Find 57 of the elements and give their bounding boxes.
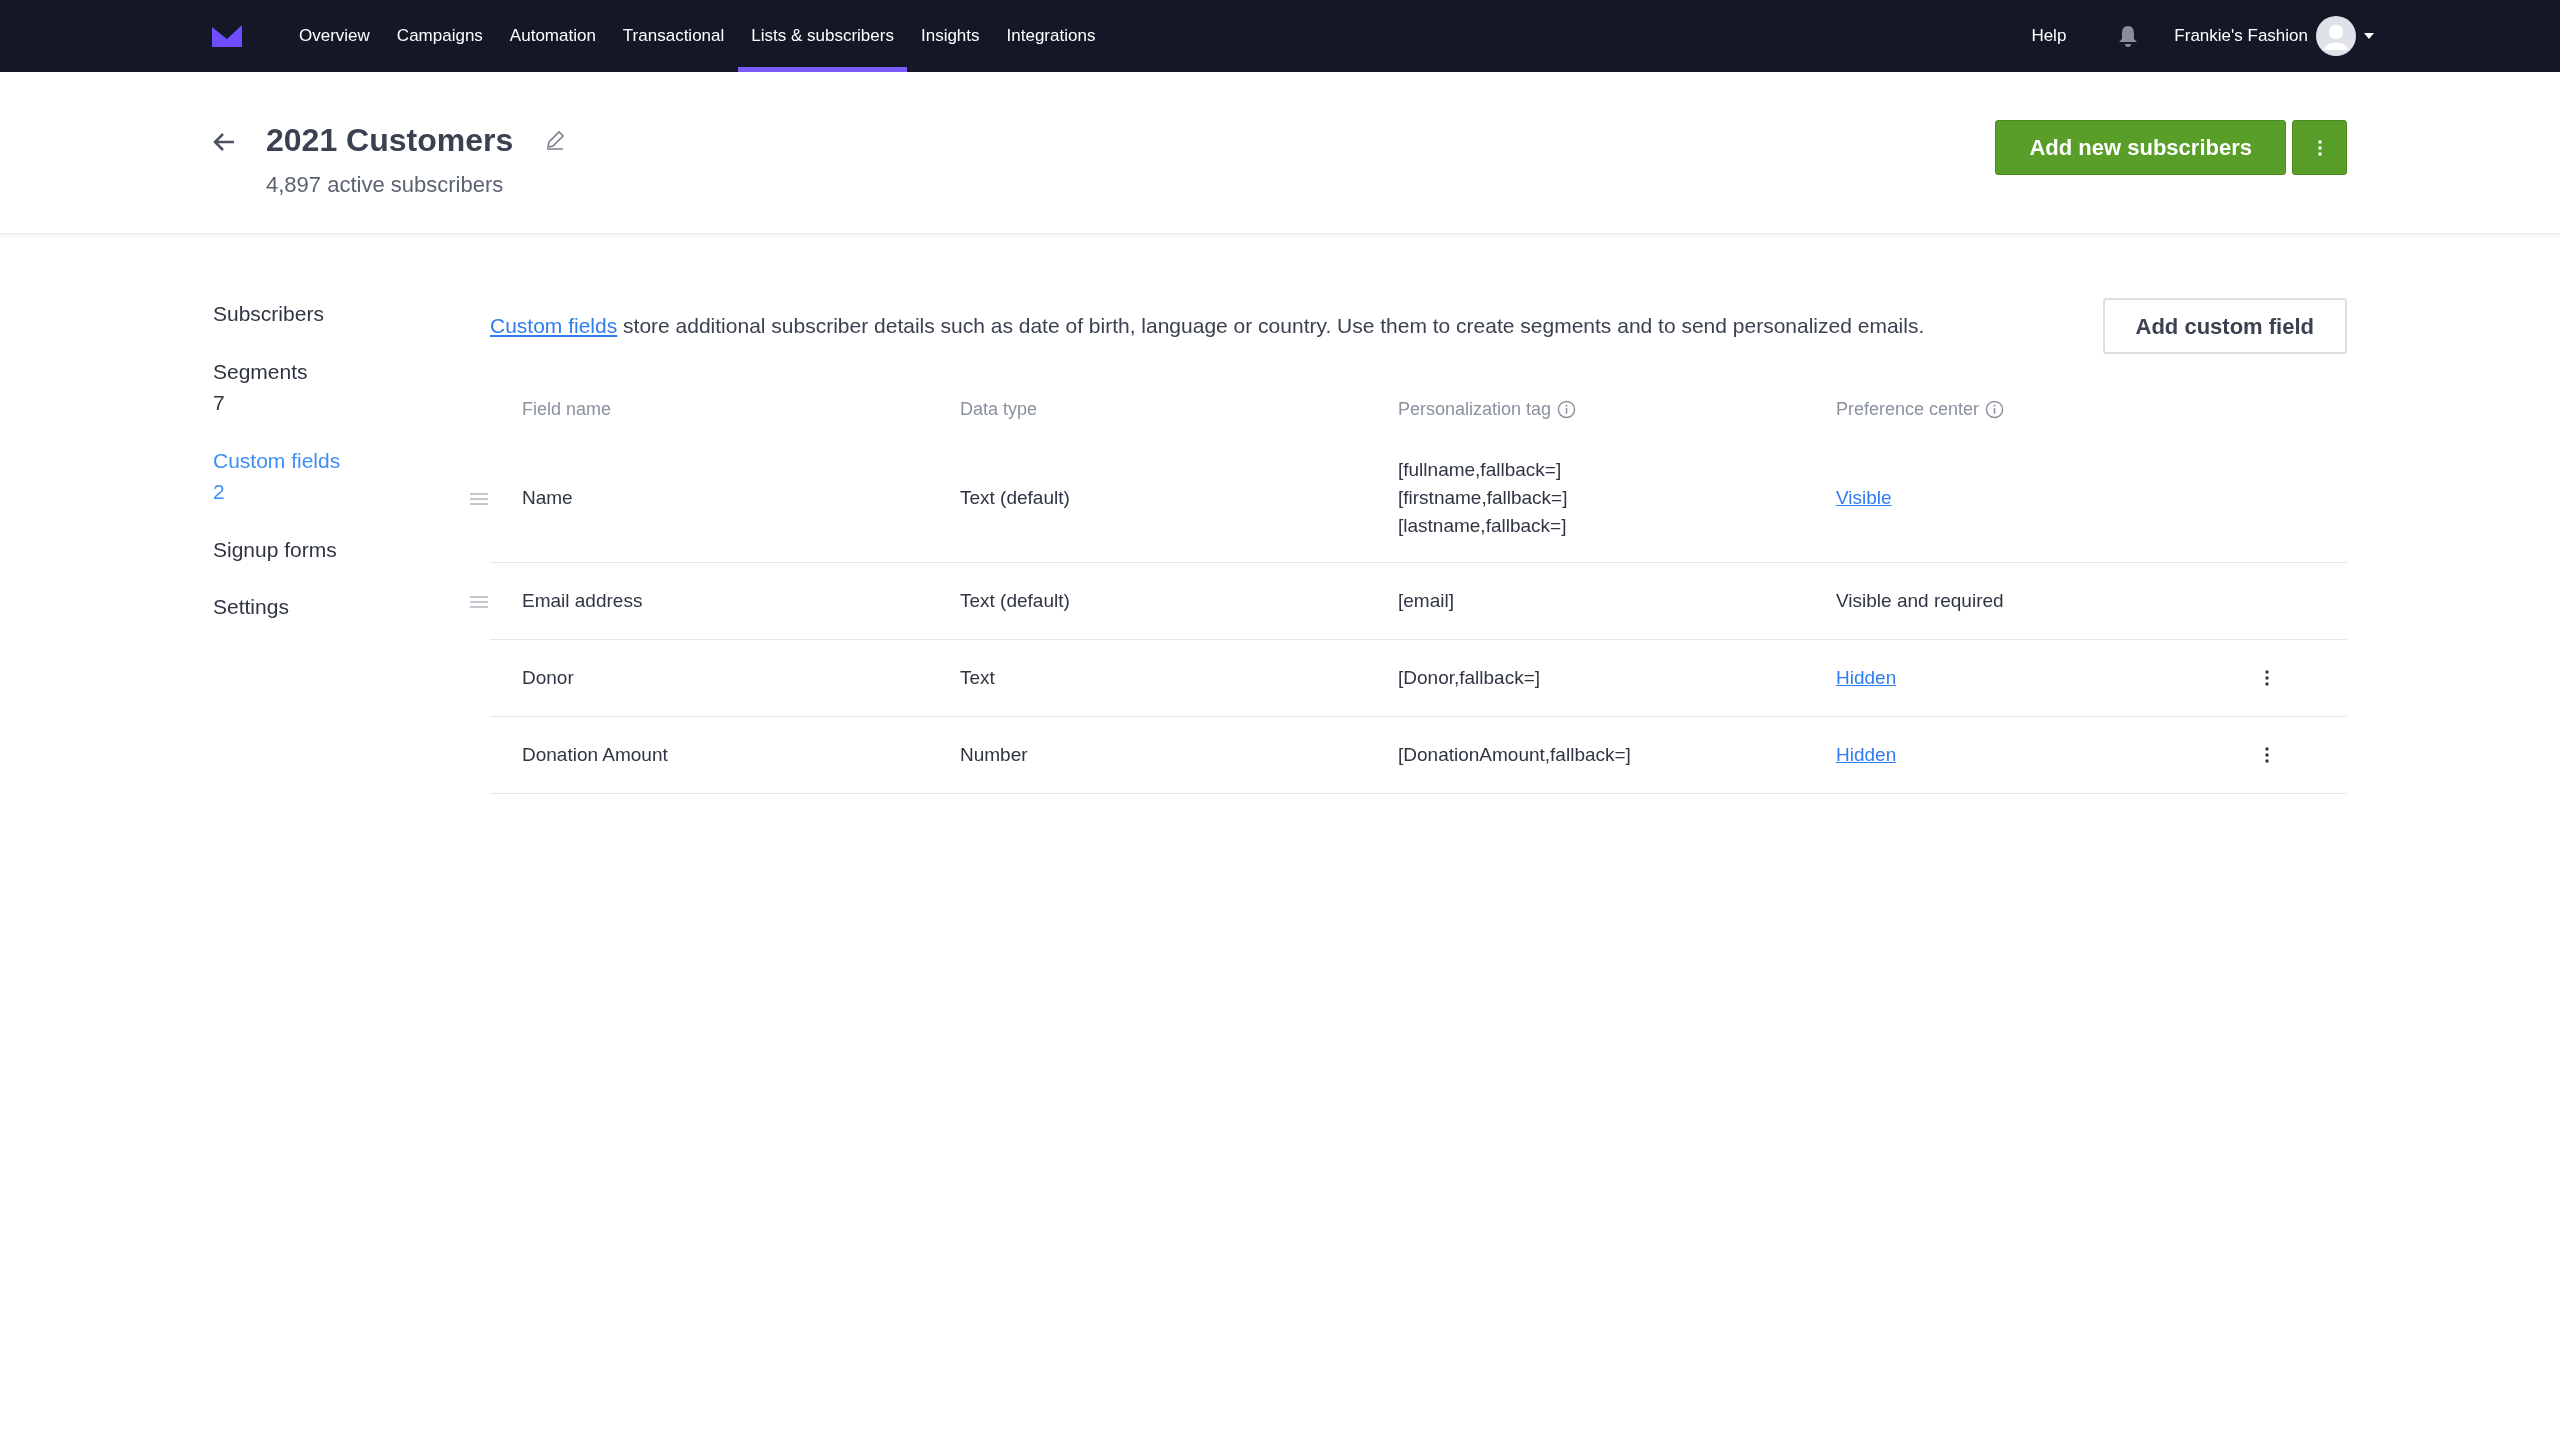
data-type-cell-text: Text bbox=[960, 665, 996, 690]
kebab-icon bbox=[2265, 747, 2269, 763]
logo-icon[interactable] bbox=[212, 25, 242, 47]
avatar-icon[interactable] bbox=[2316, 16, 2356, 56]
sidebar-count: 2 bbox=[213, 479, 226, 505]
kebab-icon bbox=[2265, 670, 2269, 686]
preference-link[interactable]: Hidden bbox=[1836, 740, 1897, 770]
preference-link[interactable]: Hidden bbox=[1836, 663, 1897, 693]
tag-text: [firstname,fallback=] bbox=[1398, 486, 1569, 510]
column-header: Data type bbox=[960, 397, 1038, 421]
kebab-icon bbox=[2317, 139, 2322, 156]
bell-icon[interactable] bbox=[2118, 25, 2139, 47]
nav-tab[interactable]: Automation bbox=[496, 0, 609, 72]
add-custom-field-button[interactable]: Add custom field bbox=[2102, 298, 2347, 354]
preference-text: Visible and required bbox=[1836, 588, 2005, 613]
subscriber-count: 4,897 active subscribers bbox=[266, 171, 505, 199]
sidebar-count: 7 bbox=[213, 390, 226, 416]
column-header: Preference center bbox=[1836, 397, 1980, 421]
tag-text: [DonationAmount,fallback=] bbox=[1398, 743, 1632, 767]
tag-text: [lastname,fallback=] bbox=[1398, 514, 1568, 538]
drag-handle-icon[interactable] bbox=[470, 492, 488, 505]
info-icon[interactable] bbox=[1985, 399, 2005, 419]
nav-tab[interactable]: Transactional bbox=[609, 0, 738, 72]
sidebar-item[interactable]: Segments 7 bbox=[213, 355, 458, 419]
preference-link[interactable]: Visible bbox=[1836, 483, 1892, 513]
tag-text: [email] bbox=[1398, 589, 1455, 613]
pencil-icon[interactable] bbox=[545, 130, 566, 150]
caret-icon[interactable] bbox=[2364, 33, 2374, 39]
nav-tab[interactable]: Integrations bbox=[993, 0, 1109, 72]
nav-tab[interactable]: Insights bbox=[907, 0, 993, 72]
nav-tab[interactable]: Overview bbox=[286, 0, 383, 72]
data-type-cell-text: Number bbox=[960, 742, 1029, 767]
nav-tab[interactable]: Campaigns bbox=[383, 0, 496, 72]
info-icon[interactable] bbox=[1557, 399, 1577, 419]
tag-text: [fullname,fallback=] bbox=[1398, 458, 1563, 482]
column-header: Personalization tag bbox=[1398, 397, 1552, 421]
account-name[interactable]: Frankie's Fashion bbox=[2174, 23, 2308, 49]
back-arrow-icon[interactable] bbox=[212, 132, 236, 152]
help-link[interactable]: Help bbox=[2031, 23, 2067, 49]
field-name-cell-text: Donation Amount bbox=[522, 742, 669, 767]
tag-text: [Donor,fallback=] bbox=[1398, 666, 1542, 690]
sidebar-label: Custom fields bbox=[213, 447, 342, 474]
intro-text: Custom fields store additional subscriber details such as date of birth, language or country. Use them to create segments and to send personalized emails. bbox=[490, 313, 1926, 340]
column-header: Field name bbox=[522, 397, 612, 421]
field-name-cell-text: Name bbox=[522, 485, 574, 510]
sidebar-item[interactable]: Settings bbox=[213, 591, 458, 623]
custom-fields-link[interactable]: Custom fields bbox=[490, 314, 618, 338]
field-name-cell-text: Donor bbox=[522, 665, 575, 690]
field-name-cell-text: Email address bbox=[522, 588, 644, 613]
sidebar-item[interactable]: Signup forms bbox=[213, 533, 458, 565]
drag-handle-icon[interactable] bbox=[470, 595, 488, 608]
sidebar-item[interactable]: Subscribers bbox=[213, 298, 458, 330]
sidebar-label: Segments bbox=[213, 358, 309, 385]
nav-tab[interactable]: Lists & subscribers bbox=[738, 0, 907, 72]
data-type-cell-text: Text (default) bbox=[960, 588, 1071, 613]
page-title: 2021 Customers bbox=[266, 121, 514, 160]
data-type-cell-text: Text (default) bbox=[960, 485, 1071, 510]
